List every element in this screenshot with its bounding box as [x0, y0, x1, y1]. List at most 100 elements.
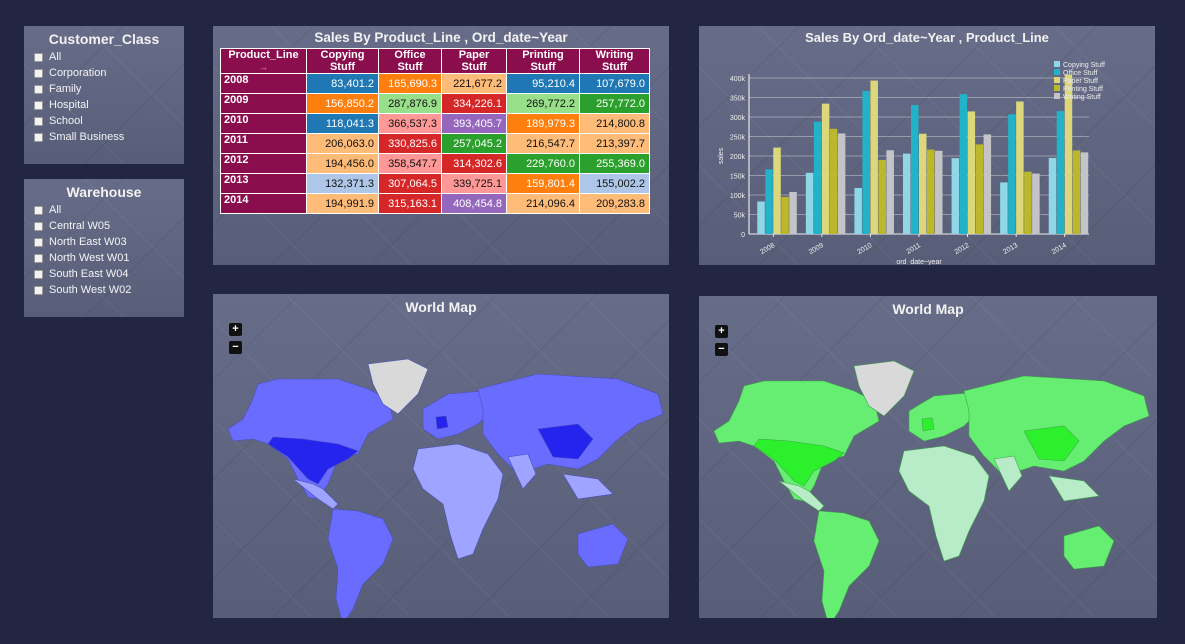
bar[interactable]: [959, 94, 968, 234]
country-region-germany[interactable]: [435, 415, 449, 430]
bar[interactable]: [1048, 157, 1057, 234]
warehouse-option[interactable]: North East W03: [34, 234, 184, 250]
legend-label[interactable]: Printing Stuff: [1063, 86, 1103, 93]
zoom-in-button[interactable]: +: [715, 325, 728, 338]
checkbox[interactable]: [34, 52, 43, 62]
warehouse-option[interactable]: North West W01: [34, 250, 184, 266]
bar[interactable]: [1032, 173, 1040, 234]
bar[interactable]: [1008, 114, 1016, 234]
bar[interactable]: [967, 111, 976, 234]
customer-class-option[interactable]: School: [34, 113, 184, 129]
legend-swatch[interactable]: [1054, 61, 1060, 67]
legend-swatch[interactable]: [1054, 69, 1060, 75]
bar[interactable]: [773, 147, 781, 234]
bar[interactable]: [789, 192, 797, 234]
warehouse-option[interactable]: South West W02: [34, 282, 184, 298]
table-cell: 118,041.3: [306, 113, 379, 134]
column-header[interactable]: Paper Stuff: [441, 48, 507, 74]
customer-class-option[interactable]: Corporation: [34, 65, 184, 81]
country-region-asia[interactable]: [477, 373, 664, 475]
world-map-right[interactable]: [699, 296, 1157, 618]
bar[interactable]: [935, 150, 943, 234]
country-region-south-america[interactable]: [813, 510, 880, 618]
customer-class-option[interactable]: Small Business: [34, 129, 184, 145]
checkbox[interactable]: [34, 285, 43, 295]
y-tick-label: 0: [741, 232, 745, 239]
pivot-table: Product_Line → Copying Stuff Office Stuff P…: [220, 48, 650, 214]
bar[interactable]: [757, 201, 765, 234]
checkbox[interactable]: [34, 132, 43, 142]
bar[interactable]: [983, 134, 992, 234]
bar[interactable]: [919, 133, 927, 234]
country-region-se-asia[interactable]: [1048, 475, 1100, 502]
country-region-se-asia[interactable]: [562, 473, 614, 500]
column-header[interactable]: Writing Stuff: [579, 48, 650, 74]
bar[interactable]: [781, 196, 789, 234]
customer-class-option[interactable]: All: [34, 49, 184, 65]
checkbox[interactable]: [34, 205, 43, 215]
legend-swatch[interactable]: [1054, 77, 1060, 83]
bar[interactable]: [765, 169, 773, 234]
bar[interactable]: [821, 103, 830, 234]
bar[interactable]: [805, 172, 814, 234]
zoom-out-button[interactable]: −: [229, 341, 242, 354]
column-header[interactable]: Office Stuff: [378, 48, 442, 74]
customer-class-options: All Corporation Family Hospital School Small …: [34, 49, 184, 145]
country-region-north-america[interactable]: [713, 380, 880, 502]
table-row: 2008 83,401.2 165,690.3 221,677.2 95,210.4 10…: [220, 73, 650, 94]
country-region-australia[interactable]: [577, 523, 629, 568]
checkbox[interactable]: [34, 253, 43, 263]
zoom-out-button[interactable]: −: [715, 343, 728, 356]
legend-label[interactable]: Paper Stuff: [1063, 78, 1098, 85]
customer-class-option[interactable]: Hospital: [34, 97, 184, 113]
checkbox[interactable]: [34, 237, 43, 247]
checkbox[interactable]: [34, 269, 43, 279]
bar[interactable]: [862, 91, 870, 235]
table-row: 2014 194,991.9 315,163.1 408,454.8 214,096.4…: [220, 193, 650, 214]
checkbox[interactable]: [34, 116, 43, 126]
world-map-left[interactable]: [213, 294, 669, 618]
bar[interactable]: [1000, 182, 1008, 234]
checkbox[interactable]: [34, 68, 43, 78]
bar[interactable]: [878, 159, 886, 234]
warehouse-option[interactable]: All: [34, 202, 184, 218]
bar[interactable]: [886, 150, 894, 234]
bar[interactable]: [1056, 111, 1065, 234]
country-region-africa[interactable]: [412, 443, 504, 560]
legend-label[interactable]: Office Stuff: [1063, 70, 1097, 77]
checkbox[interactable]: [34, 221, 43, 231]
checkbox[interactable]: [34, 84, 43, 94]
bar[interactable]: [1080, 152, 1089, 234]
bar[interactable]: [813, 121, 822, 234]
country-region-south-america[interactable]: [327, 508, 394, 618]
bar[interactable]: [870, 80, 878, 234]
checkbox[interactable]: [34, 100, 43, 110]
zoom-in-button[interactable]: +: [229, 323, 242, 336]
bar[interactable]: [927, 149, 935, 234]
bar[interactable]: [975, 144, 984, 234]
bar[interactable]: [829, 128, 838, 234]
column-header[interactable]: Printing Stuff: [506, 48, 580, 74]
bar[interactable]: [911, 104, 919, 234]
country-region-germany[interactable]: [921, 417, 935, 432]
bar[interactable]: [1016, 101, 1024, 235]
country-region-australia[interactable]: [1063, 525, 1115, 570]
bar[interactable]: [837, 133, 846, 234]
country-region-africa[interactable]: [898, 445, 990, 562]
warehouse-option[interactable]: South East W04: [34, 266, 184, 282]
bar[interactable]: [951, 158, 960, 234]
legend-label[interactable]: Copying Stuff: [1063, 62, 1105, 69]
customer-class-option[interactable]: Family: [34, 81, 184, 97]
country-region-asia[interactable]: [963, 375, 1150, 477]
legend-swatch[interactable]: [1054, 93, 1060, 99]
legend-swatch[interactable]: [1054, 85, 1060, 91]
bar[interactable]: [854, 187, 862, 234]
bar[interactable]: [903, 153, 911, 234]
pivot-corner-header[interactable]: Product_Line →: [220, 48, 307, 74]
column-header[interactable]: Copying Stuff: [306, 48, 379, 74]
country-region-north-america[interactable]: [227, 378, 394, 500]
legend-label[interactable]: Writing Stuff: [1063, 94, 1101, 101]
warehouse-option[interactable]: Central W05: [34, 218, 184, 234]
bar[interactable]: [1072, 150, 1081, 234]
bar[interactable]: [1024, 171, 1032, 234]
